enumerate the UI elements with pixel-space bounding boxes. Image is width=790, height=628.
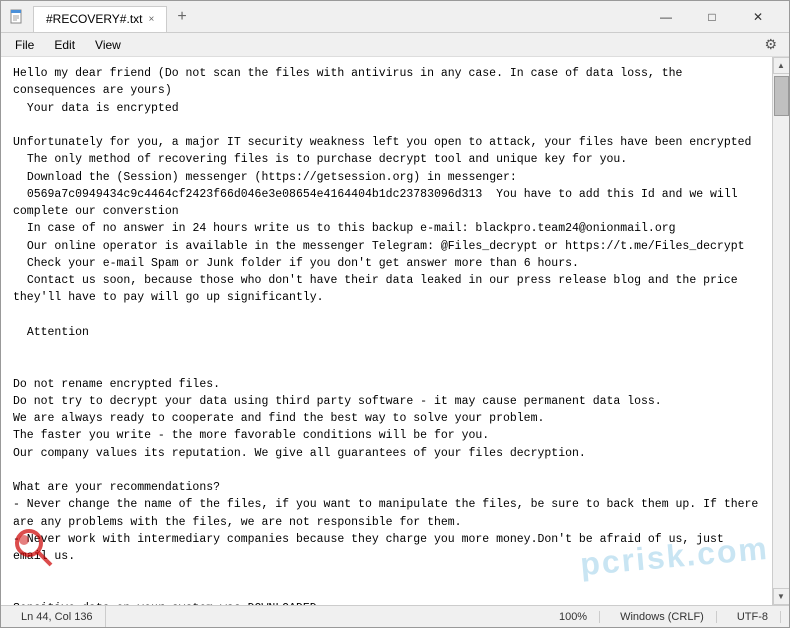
new-tab-button[interactable]: +	[169, 6, 194, 28]
tab-area: #RECOVERY#.txt × +	[33, 2, 195, 32]
close-button[interactable]: ✕	[735, 1, 781, 33]
menu-edit[interactable]: Edit	[44, 36, 85, 54]
text-editor[interactable]: Hello my dear friend (Do not scan the fi…	[1, 57, 772, 605]
menu-view[interactable]: View	[85, 36, 131, 54]
status-line-ending: Windows (CRLF)	[608, 611, 717, 623]
maximize-button[interactable]: □	[689, 1, 735, 33]
menu-file[interactable]: File	[5, 36, 44, 54]
window-controls: — □ ✕	[643, 1, 781, 33]
content-area: Hello my dear friend (Do not scan the fi…	[1, 57, 789, 605]
status-bar: Ln 44, Col 136 100% Windows (CRLF) UTF-8	[1, 605, 789, 627]
tab-close-btn[interactable]: ×	[148, 14, 154, 25]
settings-icon[interactable]: ⚙	[756, 34, 785, 55]
scroll-thumb[interactable]	[774, 76, 789, 116]
menu-bar: File Edit View ⚙	[1, 33, 789, 57]
title-bar: #RECOVERY#.txt × + — □ ✕	[1, 1, 789, 33]
scroll-up-arrow[interactable]: ▲	[773, 57, 790, 74]
minimize-button[interactable]: —	[643, 1, 689, 33]
tab-title: #RECOVERY#.txt	[46, 12, 142, 26]
status-zoom: 100%	[547, 611, 600, 623]
notepad-window: #RECOVERY#.txt × + — □ ✕ File Edit View …	[0, 0, 790, 628]
scrollbar[interactable]: ▲ ▼	[772, 57, 789, 605]
status-encoding: UTF-8	[725, 611, 781, 623]
active-tab[interactable]: #RECOVERY#.txt ×	[33, 6, 167, 32]
app-icon	[9, 9, 25, 25]
status-line-col: Ln 44, Col 136	[9, 606, 106, 627]
scroll-down-arrow[interactable]: ▼	[773, 588, 790, 605]
status-right: 100% Windows (CRLF) UTF-8	[547, 611, 781, 623]
